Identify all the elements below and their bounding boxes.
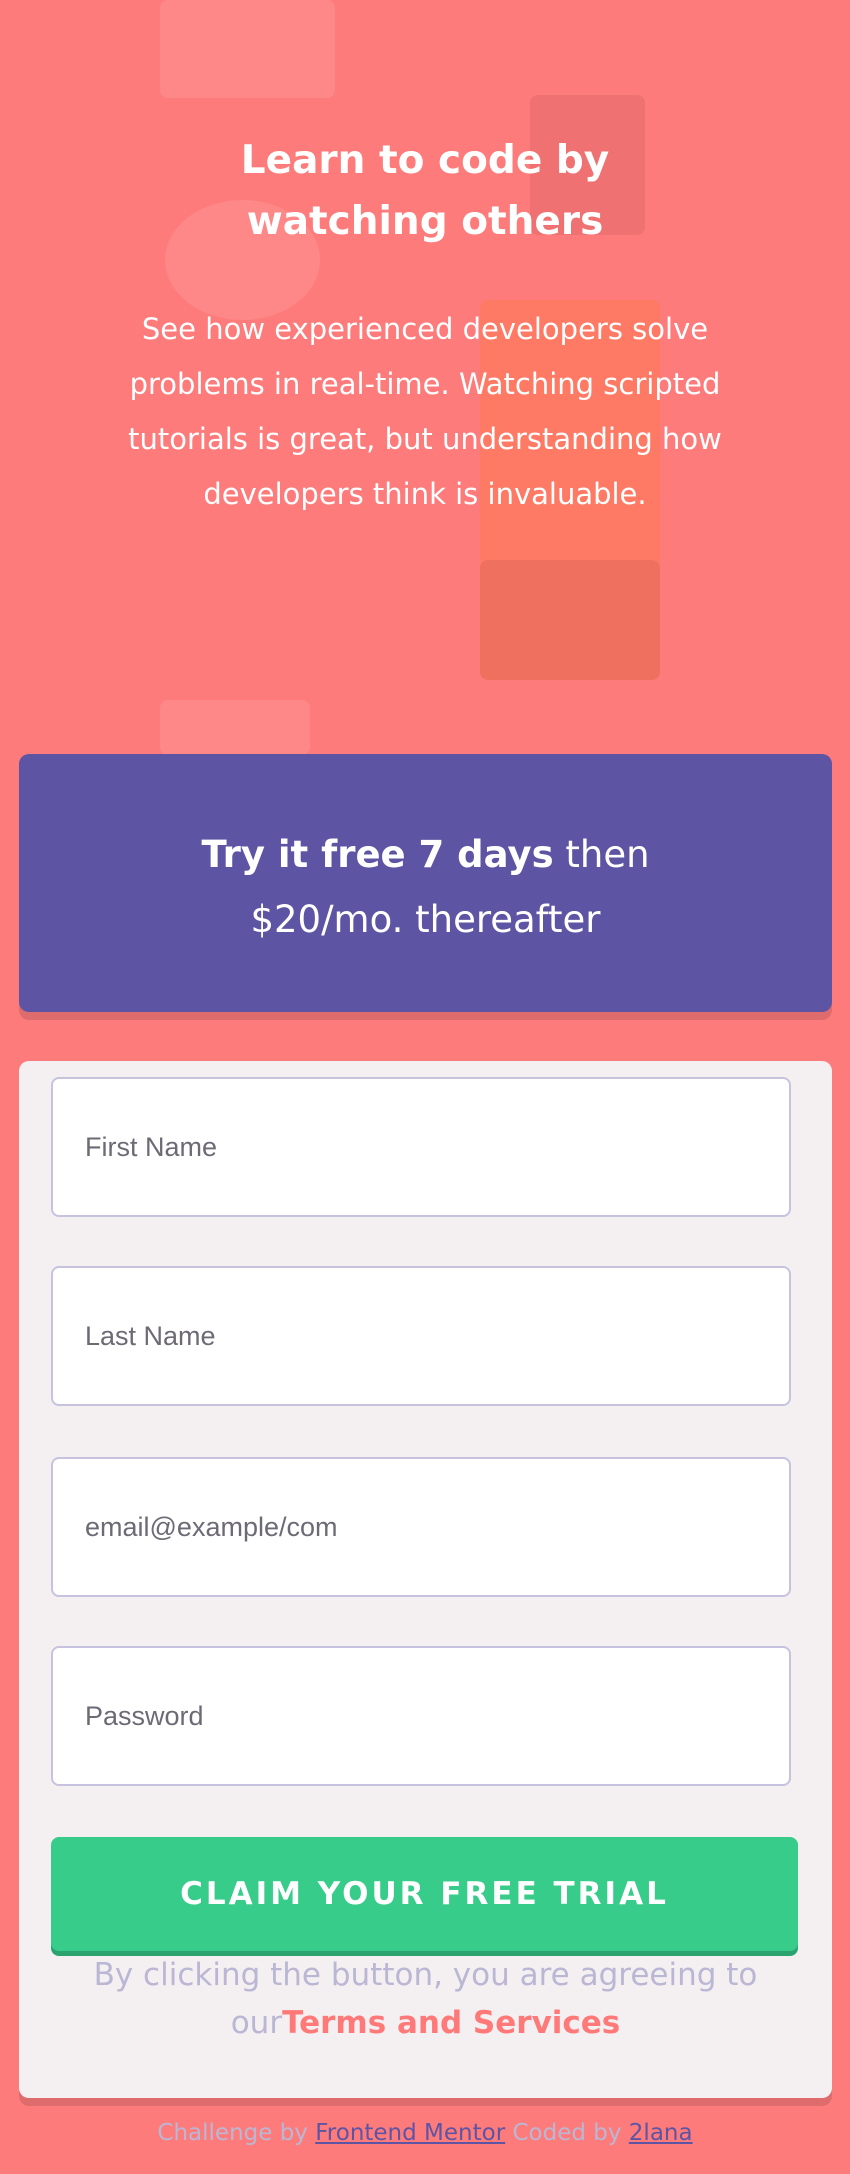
author-link[interactable]: 2lana <box>629 2120 693 2146</box>
password-field[interactable] <box>51 1646 791 1786</box>
last-name-field[interactable] <box>51 1266 791 1406</box>
terms-notice: By clicking the button, you are agreeing… <box>19 1951 832 2047</box>
hero-section: Learn to code by watching others See how… <box>0 130 850 522</box>
attribution: Challenge by Frontend Mentor Coded by 2l… <box>0 2120 850 2146</box>
claim-trial-button[interactable]: CLAIM YOUR FREE TRIAL <box>51 1837 798 1951</box>
promo-tail: then <box>553 833 650 876</box>
coded-prefix: Coded by <box>505 2120 629 2146</box>
frontend-mentor-link[interactable]: Frontend Mentor <box>315 2120 505 2146</box>
hero-title: Learn to code by watching others <box>240 138 610 244</box>
terms-link[interactable]: Terms and Services <box>282 2005 620 2041</box>
challenge-prefix: Challenge by <box>157 2120 316 2146</box>
hero-description: See how experienced developers solve pro… <box>128 312 722 511</box>
first-name-field[interactable] <box>51 1077 791 1217</box>
promo-price: $20/mo. thereafter <box>250 898 601 941</box>
promo-highlight: Try it free 7 days <box>201 833 554 876</box>
promo-banner: Try it free 7 days then $20/mo. thereaft… <box>19 754 832 1012</box>
email-field[interactable] <box>51 1457 791 1597</box>
signup-form: CLAIM YOUR FREE TRIAL By clicking the bu… <box>19 1061 832 2098</box>
